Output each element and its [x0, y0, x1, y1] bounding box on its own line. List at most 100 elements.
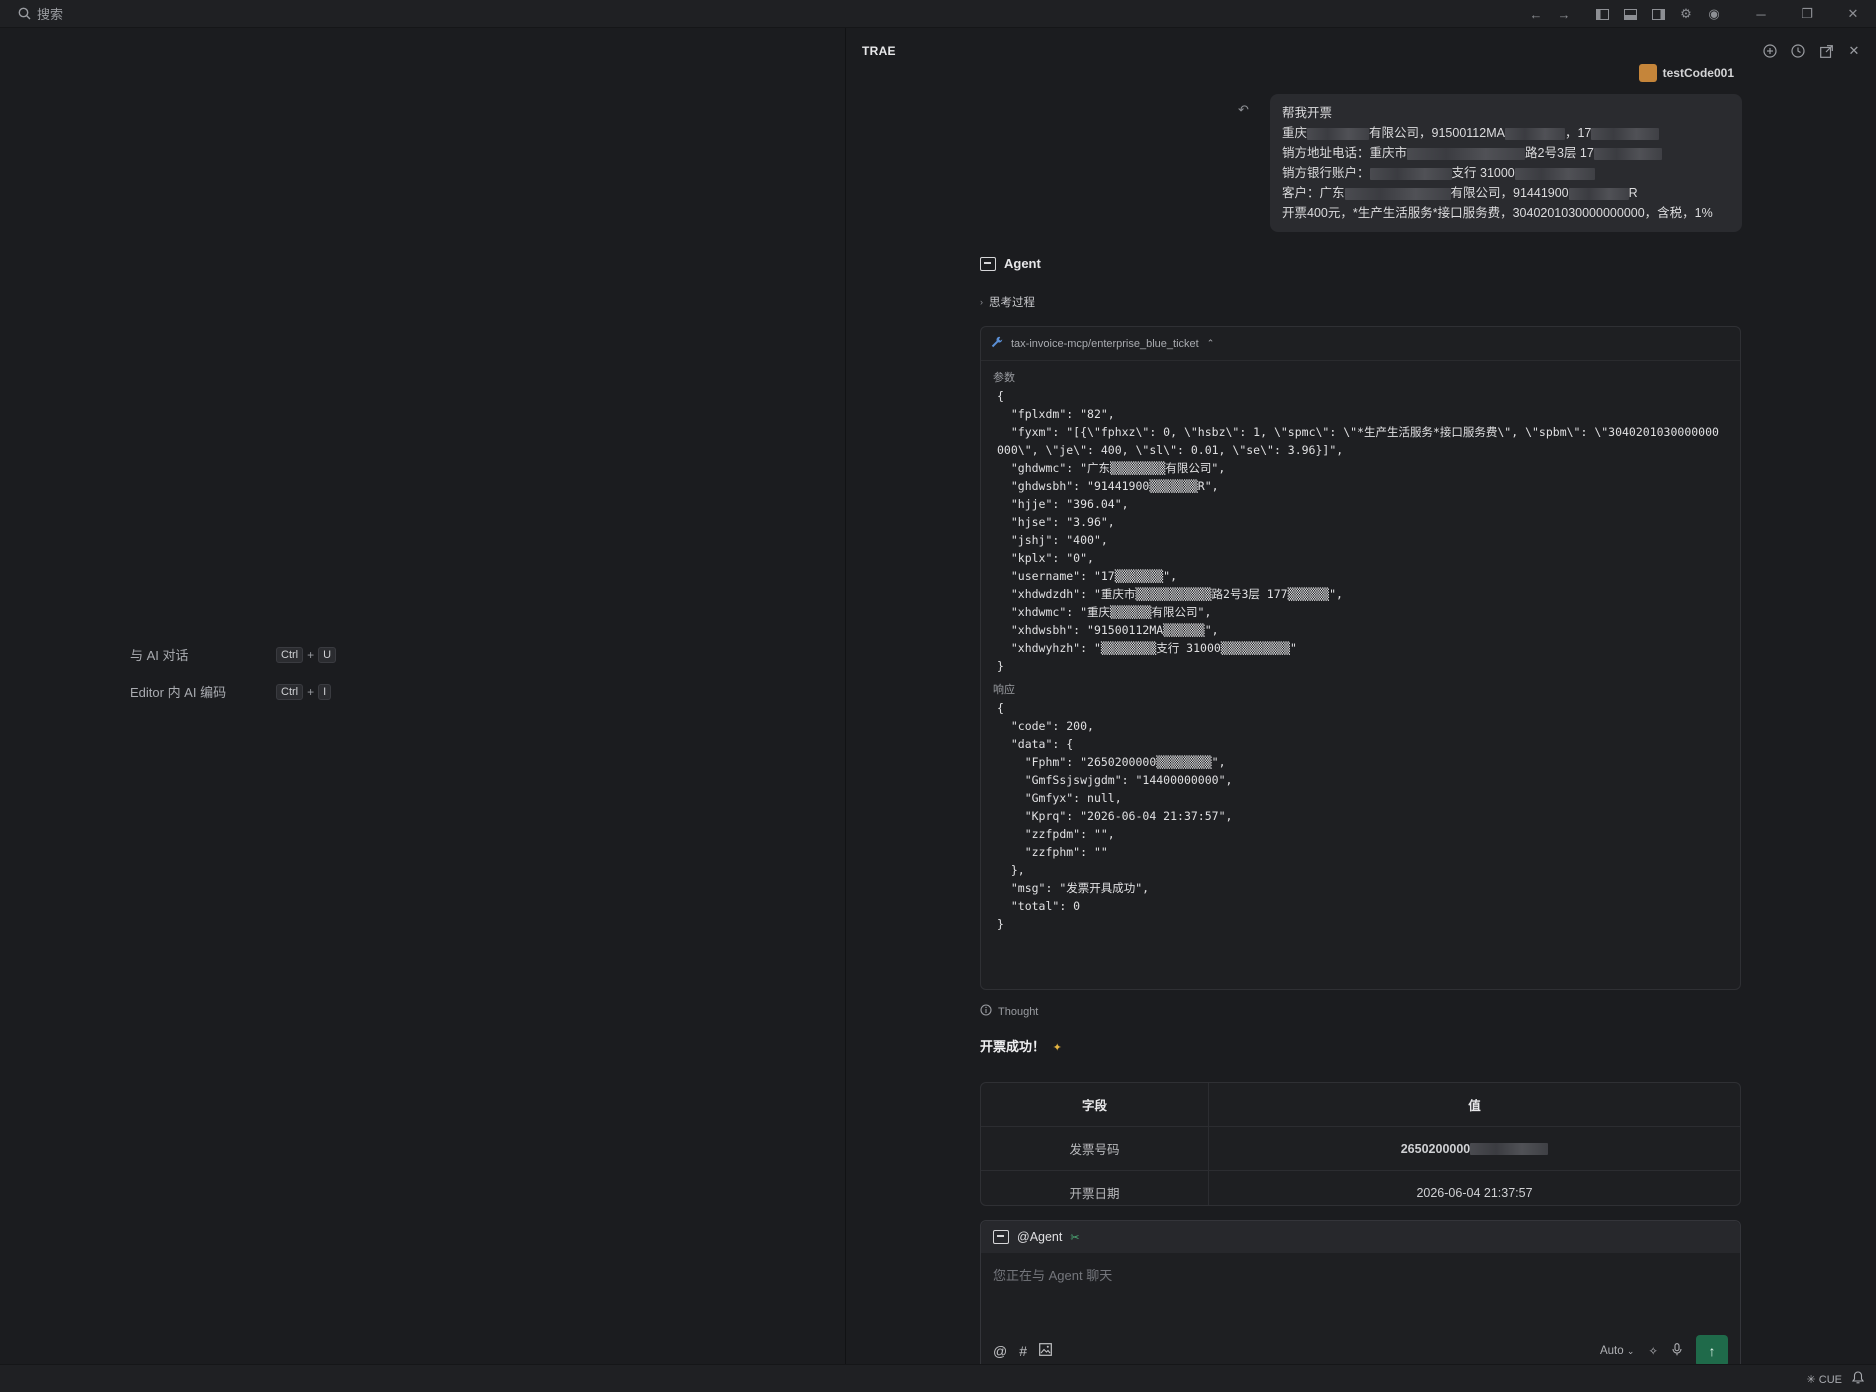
toggle-bottom-panel-icon[interactable] — [1616, 0, 1644, 28]
params-label: 参数 — [993, 372, 1015, 384]
table-header-field: 字段 — [981, 1083, 1209, 1126]
settings-icon[interactable]: ⚙ — [1672, 0, 1700, 28]
text: R — [1628, 186, 1638, 200]
restore-icon[interactable]: ❐ — [1784, 0, 1830, 28]
redacted-block — [1307, 127, 1370, 140]
cue-label: CUE — [1818, 1373, 1842, 1386]
table-cell: 2650200000 — [1209, 1127, 1740, 1170]
arrow-up-icon: ↑ — [1708, 1343, 1716, 1359]
pop-out-icon[interactable] — [1816, 41, 1836, 61]
ai-chat-panel: TRAE ✕ testCode001 ↶ 帮我开票 重庆 有限公司，9150011… — [846, 28, 1876, 1374]
tool-call-header[interactable]: tax-invoice-mcp/enterprise_blue_ticket ⌃ — [981, 327, 1740, 361]
tools-icon[interactable]: ✂ — [1070, 1231, 1079, 1244]
success-message: 开票成功！ ✦ — [980, 1036, 1062, 1055]
wrench-icon — [991, 336, 1003, 351]
redacted-block — [1568, 187, 1629, 200]
text: 支行 31000 — [1451, 166, 1515, 180]
redacted-block — [1504, 127, 1565, 140]
chevron-down-icon: ⌄ — [1626, 1346, 1635, 1356]
message-line: 开票400元，*生产生活服务*接口服务费，3040201030000000000… — [1282, 206, 1713, 220]
panel-close-icon[interactable]: ✕ — [1844, 41, 1864, 61]
redacted-block — [1369, 167, 1452, 180]
kbd-ctrl: Ctrl — [276, 646, 304, 663]
kbd-key: I — [318, 683, 332, 700]
response-label: 响应 — [993, 684, 1015, 696]
agent-tag[interactable]: @Agent — [1017, 1230, 1062, 1244]
text: 重庆 — [1282, 126, 1308, 140]
agent-name: Agent — [1004, 256, 1041, 271]
arrow-right-icon[interactable]: → — [1550, 0, 1578, 28]
table-cell: 2026-06-04 21:37:57 — [1416, 1185, 1533, 1200]
result-table: 字段 值 发票号码 2650200000 开票日期 2026-06-04 21:… — [980, 1082, 1741, 1206]
redacted-block — [1344, 187, 1451, 200]
user-name: testCode001 — [1662, 66, 1734, 80]
table-cell: 发票号码 — [981, 1127, 1209, 1170]
hash-icon[interactable]: # — [1019, 1343, 1027, 1359]
editor-area: 与 AI 对话 Ctrl + U Editor 内 AI 编码 Ctrl + I — [0, 28, 845, 1364]
image-icon[interactable] — [1039, 1343, 1052, 1359]
message-line: 重庆 有限公司，91500112MA ，17 — [1282, 123, 1730, 143]
text: 销方银行账户： — [1282, 166, 1370, 180]
thinking-toggle[interactable]: › 思考过程 — [980, 294, 1035, 310]
party-popper-icon: ✦ — [1052, 1042, 1062, 1054]
response-code-block: { "code": 200, "data": { "Fphm": "265020… — [997, 701, 1233, 931]
toggle-left-panel-icon[interactable] — [1588, 0, 1616, 28]
arrow-left-icon[interactable]: ← — [1522, 0, 1550, 28]
new-chat-icon[interactable] — [1760, 41, 1780, 61]
invoice-number: 2650200000 — [1400, 1141, 1471, 1156]
undo-icon[interactable]: ↶ — [1238, 102, 1249, 118]
user-message-bubble: 帮我开票 重庆 有限公司，91500112MA ，17 销方地址电话：重庆市 路2号3… — [1270, 94, 1742, 232]
panel-title: TRAE — [862, 44, 896, 58]
table-header-row: 字段 值 — [981, 1083, 1740, 1127]
message-line: 客户：广东 有限公司，91441900 R — [1282, 183, 1730, 203]
search-box[interactable]: 搜索 — [0, 4, 63, 23]
mode-select[interactable]: Auto ⌄ — [1600, 1345, 1634, 1357]
status-bar: ✳ CUE — [0, 1364, 1876, 1392]
search-icon — [18, 7, 31, 20]
search-placeholder: 搜索 — [37, 7, 64, 22]
redacted-block — [1593, 147, 1662, 160]
chevron-up-icon: ⌃ — [1206, 338, 1215, 348]
table-row: 发票号码 2650200000 — [981, 1127, 1740, 1171]
thought-label: Thought — [998, 1005, 1039, 1018]
text: ，17 — [1564, 126, 1592, 140]
sparkle-icon[interactable]: ✧ — [1648, 1344, 1658, 1358]
tool-name: tax-invoice-mcp/enterprise_blue_ticket — [1011, 337, 1199, 350]
thought-row[interactable]: Thought — [980, 1004, 1038, 1019]
account-icon[interactable]: ◉ — [1700, 0, 1728, 28]
shortcut-label: 与 AI 对话 — [130, 648, 189, 663]
success-text: 开票成功！ — [980, 1039, 1046, 1054]
avatar — [1638, 64, 1657, 82]
agent-icon — [980, 256, 996, 271]
cue-status[interactable]: ✳ CUE — [1806, 1373, 1842, 1386]
message-line: 销方银行账户： 支行 31000 — [1282, 163, 1730, 183]
redacted-block — [1514, 167, 1595, 180]
text: 有限公司，91500112MA — [1369, 126, 1505, 140]
send-button[interactable]: ↑ — [1696, 1335, 1728, 1367]
shortcut-inline-ai: Editor 内 AI 编码 Ctrl + I — [130, 682, 332, 701]
minimize-icon[interactable]: ─ — [1738, 0, 1784, 28]
bell-icon[interactable] — [1851, 1371, 1865, 1387]
microphone-icon[interactable] — [1672, 1343, 1682, 1359]
kbd-ctrl: Ctrl — [276, 683, 304, 700]
chevron-right-icon: › — [980, 297, 983, 307]
text: 有限公司，91441900 — [1450, 186, 1569, 200]
kbd-key: U — [318, 646, 337, 663]
user-name-tag: testCode001 — [1638, 64, 1734, 82]
shortcut-label: Editor 内 AI 编码 — [130, 685, 227, 700]
toggle-right-panel-icon[interactable] — [1644, 0, 1672, 28]
shortcut-chat: 与 AI 对话 Ctrl + U — [130, 645, 337, 664]
info-icon — [980, 1004, 992, 1019]
at-icon[interactable]: @ — [993, 1343, 1007, 1359]
params-code-block: { "fplxdm": "82", "fyxm": "[{\"fphxz\": … — [997, 389, 1719, 673]
agent-icon — [993, 1230, 1009, 1244]
chat-input[interactable]: 您正在与 Agent 聊天 — [981, 1253, 1740, 1329]
redacted-block — [1470, 1142, 1549, 1155]
history-icon[interactable] — [1788, 41, 1808, 61]
thinking-label: 思考过程 — [989, 297, 1035, 309]
window-close-icon[interactable]: ✕ — [1830, 0, 1876, 28]
message-line: 销方地址电话：重庆市 路2号3层 17 — [1282, 143, 1730, 163]
redacted-block — [1591, 127, 1660, 140]
composer-header: @Agent ✂ — [981, 1221, 1740, 1253]
table-row: 开票日期 2026-06-04 21:37:57 — [981, 1171, 1740, 1205]
